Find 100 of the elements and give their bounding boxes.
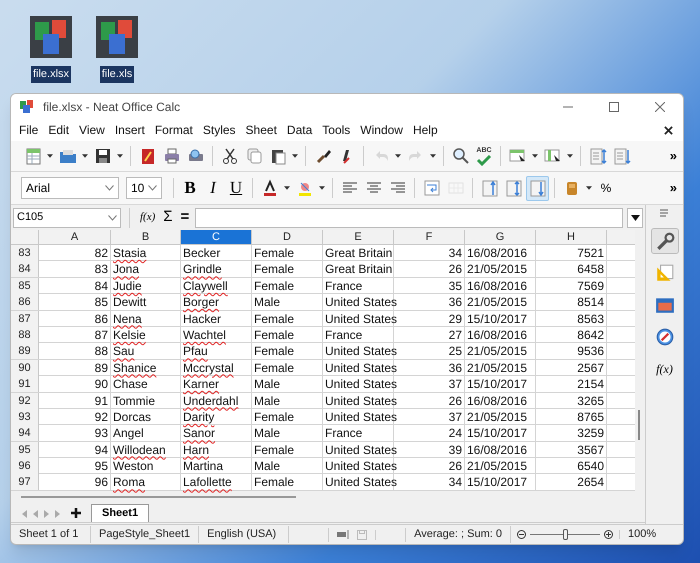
zoom-in-icon[interactable] (604, 530, 613, 539)
function-wizard-button[interactable]: f(x) (138, 209, 158, 226)
table-cell: Male (252, 392, 323, 409)
menu-item[interactable]: Sheet (240, 121, 282, 139)
table-cell: Karner (181, 376, 252, 392)
table-cell: 94 (39, 442, 111, 458)
table-cell: Harn (181, 442, 252, 458)
sum-button[interactable]: Σ (161, 206, 175, 229)
row-header[interactable]: 84 (11, 261, 39, 278)
table-cell: United States (323, 360, 394, 376)
row-header[interactable]: 88 (11, 326, 39, 343)
font-size-field[interactable]: 10 (126, 177, 162, 199)
table-cell: 16/08/2016 (465, 245, 536, 261)
menu-item[interactable]: View (74, 121, 110, 139)
more-button[interactable]: » (670, 178, 677, 198)
caret-icon[interactable] (586, 186, 592, 190)
table-cell: 83 (39, 261, 111, 278)
caret-icon[interactable] (567, 154, 573, 158)
sidebar-button[interactable] (650, 228, 678, 254)
row-header[interactable]: 86 (11, 294, 39, 310)
row-header[interactable]: 83 (11, 245, 39, 261)
menu-item[interactable]: Data (282, 121, 318, 139)
table-cell: Mccrystal (181, 360, 252, 376)
chevron-icon (105, 185, 114, 191)
column-header[interactable]: G (465, 230, 536, 244)
row-header[interactable]: 96 (11, 458, 39, 474)
menu-item[interactable]: Insert (110, 121, 150, 139)
table-cell: Female (252, 310, 323, 327)
file-label: file.xls (100, 66, 134, 82)
chevron-icon (108, 214, 117, 220)
column-header[interactable]: E (323, 230, 394, 244)
format-button[interactable]: B (179, 176, 201, 200)
table-cell: United States (323, 343, 394, 360)
row-header[interactable]: 87 (11, 310, 39, 327)
table-cell: Judie (111, 278, 181, 294)
magnifier-icon (452, 147, 470, 165)
font-name-field[interactable]: Arial (21, 177, 119, 199)
menu-item[interactable]: Edit (43, 121, 74, 139)
table-cell: 90 (39, 376, 111, 392)
table-cell: Tommie (111, 392, 181, 409)
row-header[interactable]: 95 (11, 442, 39, 458)
menu-item[interactable]: Tools (317, 121, 356, 139)
caret-icon[interactable] (117, 154, 123, 158)
table-cell: Jona (111, 261, 181, 278)
sidebar-button[interactable]: f(x) (650, 356, 678, 382)
row-header[interactable]: 93 (11, 408, 39, 425)
column-header[interactable]: A (39, 230, 111, 244)
table-cell: 6540 (536, 458, 607, 474)
row-header[interactable]: 91 (11, 376, 39, 392)
expand-button[interactable] (627, 208, 643, 228)
formula-button[interactable]: = (178, 206, 192, 229)
caret-icon[interactable] (292, 154, 298, 158)
table-cell: 3265 (536, 392, 607, 409)
more-button[interactable]: » (670, 146, 677, 166)
row-header[interactable]: 90 (11, 360, 39, 376)
table-cell: United States (323, 442, 394, 458)
zoom-out-icon[interactable] (517, 530, 526, 539)
format-button[interactable]: U (225, 176, 247, 200)
table-cell: 8563 (536, 310, 607, 327)
column-header[interactable]: D (252, 230, 323, 244)
format-button[interactable]: I (202, 176, 224, 200)
menu-item[interactable]: File (14, 121, 44, 139)
table-cell: 93 (39, 425, 111, 442)
menu-icon[interactable] (660, 209, 670, 218)
caret-icon[interactable] (82, 154, 88, 158)
column-header[interactable]: H (536, 230, 607, 244)
caret-icon[interactable] (532, 154, 538, 158)
row-header[interactable]: 94 (11, 425, 39, 442)
table-cell: Chase (111, 376, 181, 392)
table-cell: Angel (111, 425, 181, 442)
app-logo-icon (19, 100, 35, 114)
table-cell: 2654 (536, 474, 607, 490)
column-header[interactable]: F (394, 230, 465, 244)
horizontal-scrollbar[interactable] (21, 496, 296, 498)
table-cell: Male (252, 458, 323, 474)
row-header[interactable]: 97 (11, 474, 39, 490)
menu-item[interactable]: Styles (198, 121, 241, 139)
office-file-icon[interactable] (30, 16, 72, 58)
table-cell: Martina (181, 458, 252, 474)
caret-icon[interactable] (284, 186, 290, 190)
menu-item[interactable]: Help (408, 121, 443, 139)
table-cell: Female (252, 474, 323, 490)
row-header[interactable]: 89 (11, 343, 39, 360)
caret-icon[interactable] (319, 186, 325, 190)
wrap-text-icon (422, 179, 440, 197)
format-button[interactable]: % (595, 176, 617, 200)
table-cell: 8514 (536, 294, 607, 310)
menu-item[interactable]: Format (150, 121, 198, 139)
caret-icon[interactable] (47, 154, 53, 158)
column-header[interactable]: C (181, 230, 252, 244)
sheet-tab[interactable]: Sheet1 (91, 504, 150, 522)
office-file-icon[interactable] (96, 16, 138, 58)
table-cell: 2154 (536, 376, 607, 392)
menu-item[interactable]: Window (355, 121, 408, 139)
add-sheet-icon[interactable] (71, 508, 81, 518)
name-box-field[interactable]: C105 (13, 208, 121, 228)
formula-input-field[interactable] (195, 208, 623, 228)
zoom-slider-thumb[interactable] (563, 529, 568, 540)
row-header[interactable]: 92 (11, 392, 39, 409)
row-header[interactable]: 85 (11, 278, 39, 294)
